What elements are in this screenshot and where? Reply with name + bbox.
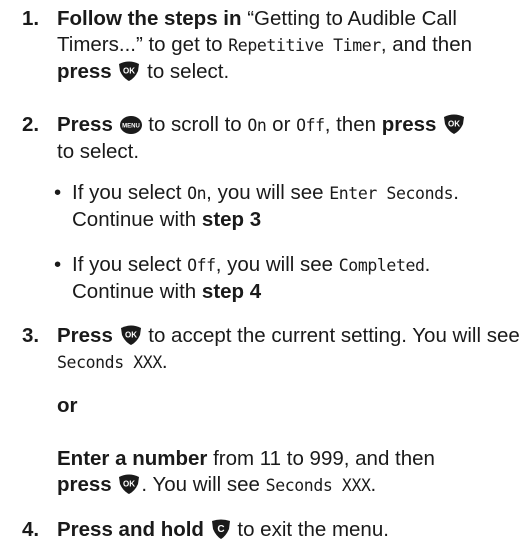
bullet: •: [54, 253, 62, 276]
text: .: [453, 181, 459, 204]
step-number: 1.: [22, 7, 40, 30]
menu-key-label: MENU: [122, 123, 140, 129]
ok-key-icon: OK: [120, 325, 141, 345]
bold-text: Press and hold: [57, 518, 204, 541]
text: to select.: [57, 140, 140, 163]
text: , and then: [380, 33, 473, 56]
display-text: Off: [296, 116, 325, 135]
bold-text: press: [57, 60, 112, 83]
text: , then: [324, 113, 377, 136]
display-text: Repetitive Timer: [228, 36, 381, 55]
text: .: [424, 253, 431, 276]
text: .: [370, 473, 377, 496]
bold-text: Press: [57, 113, 113, 136]
text: . You will see: [141, 473, 260, 496]
text: If you select: [72, 181, 182, 204]
clear-key-icon: C: [211, 519, 230, 539]
bullet-item-on: • If you select On, you will see Enter S…: [54, 180, 527, 233]
text: to select.: [147, 60, 230, 83]
bullet: •: [54, 181, 62, 204]
menu-key-icon: MENU: [119, 116, 142, 134]
display-text: Enter Seconds: [329, 184, 454, 203]
manual-page: 1. Follow the steps in “Getting to Audib…: [0, 0, 527, 554]
bold-text: Press: [57, 324, 113, 347]
bold-text: step 3: [201, 208, 262, 231]
ok-key-label: OK: [123, 480, 135, 489]
text: .: [161, 350, 168, 373]
display-text: On: [187, 184, 207, 203]
bullet-item-off: • If you select Off, you will see Comple…: [54, 252, 527, 305]
display-text: Seconds XXX: [265, 476, 371, 495]
ok-key-label: OK: [123, 67, 135, 76]
step-number: 4.: [22, 518, 40, 541]
step-text: Press OK to accept the current setting. …: [57, 323, 527, 376]
bold-text: step 4: [201, 280, 262, 303]
step-text: Press and hold C to exit the menu.: [57, 517, 527, 543]
text: to exit the menu.: [237, 518, 389, 541]
step-3-alternative: Enter a number from 11 to 999, and then …: [57, 446, 522, 499]
text: , you will see: [215, 253, 334, 276]
text: Continue with: [72, 208, 197, 231]
step-text: Follow the steps in “Getting to Audible …: [57, 6, 527, 85]
bold-text: Enter a number: [57, 447, 208, 470]
ok-key-icon: OK: [119, 61, 140, 81]
display-text: Completed: [338, 256, 425, 275]
bold-text: press: [57, 473, 112, 496]
bold-text: press: [381, 113, 437, 136]
step-text: Press MENU to scroll to On or Off, then …: [57, 112, 527, 165]
text: to accept the current setting. You will …: [148, 324, 520, 347]
ok-key-icon: OK: [119, 474, 140, 494]
bold-text: Follow the steps in: [57, 7, 242, 30]
ok-key-label: OK: [448, 120, 460, 129]
display-text: Off: [187, 256, 216, 275]
ok-key-icon: OK: [444, 114, 465, 134]
ok-key-label: OK: [125, 331, 137, 340]
display-text: Seconds XXX: [57, 353, 162, 372]
clear-key-label: C: [217, 524, 224, 535]
text: or: [272, 113, 291, 136]
text: from 11 to 999, and then: [213, 447, 435, 470]
text: Continue with: [72, 280, 197, 303]
step-number: 2.: [22, 113, 40, 136]
display-text: On: [247, 116, 267, 135]
step-number: 3.: [22, 324, 40, 347]
text: If you select: [72, 253, 182, 276]
text: to scroll to: [148, 113, 242, 136]
or-separator: or: [57, 394, 78, 417]
text: , you will see: [206, 181, 324, 204]
